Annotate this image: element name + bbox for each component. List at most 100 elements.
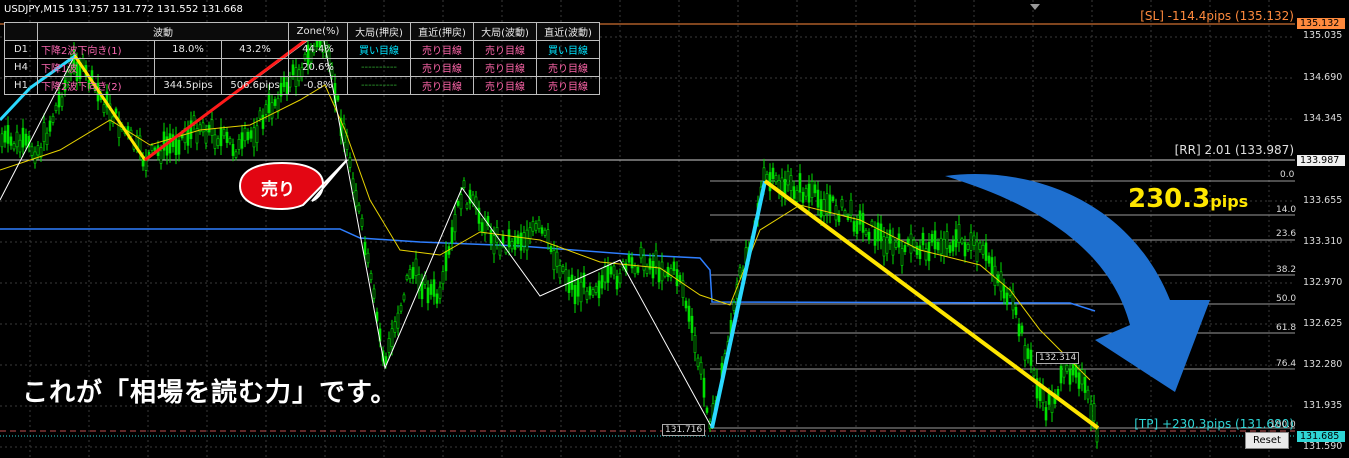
- candle-body: [12, 143, 16, 150]
- candle-body: [216, 138, 220, 146]
- reset-button[interactable]: Reset: [1245, 432, 1289, 449]
- candle-body: [774, 175, 778, 183]
- candle-body: [867, 231, 871, 241]
- candle-body: [804, 188, 808, 197]
- candle-body: [177, 139, 181, 155]
- zone-cell: -0.8%: [288, 76, 348, 95]
- candle-body: [429, 284, 433, 295]
- candle-body: [1017, 323, 1021, 337]
- pips-result: 230.3pips: [1128, 184, 1248, 214]
- candle-body: [612, 265, 616, 276]
- candle-body: [348, 157, 352, 168]
- price-axis-label: 132.280: [1303, 359, 1343, 370]
- candle-body: [666, 266, 670, 277]
- candle-body: [357, 204, 361, 212]
- candle-body: [603, 265, 607, 283]
- candle-body: [1029, 349, 1033, 366]
- view-cell: 売り目線: [410, 40, 474, 59]
- caption: これが「相場を読む力」です。: [22, 378, 398, 408]
- candle-body: [633, 266, 637, 275]
- candle-body: [114, 108, 118, 114]
- candle-body: [732, 302, 736, 311]
- candle-body: [828, 194, 832, 215]
- candle-body: [1056, 389, 1060, 397]
- candle-body: [150, 145, 154, 151]
- candle-body: [276, 97, 280, 113]
- price-axis-label: 131.935: [1303, 400, 1343, 411]
- candle-body: [1089, 403, 1093, 423]
- candle-body: [231, 144, 235, 156]
- candle-body: [1005, 292, 1009, 305]
- candle-body: [459, 194, 463, 210]
- view-cell: 買い目線: [347, 40, 411, 59]
- candle-body: [240, 132, 244, 149]
- candle-body: [255, 125, 259, 143]
- candle-body: [225, 131, 229, 143]
- candle-body: [0, 133, 4, 148]
- candle-body: [18, 139, 22, 153]
- candle-body: [648, 258, 652, 270]
- candle-body: [387, 338, 391, 353]
- candle-body: [537, 219, 541, 229]
- candle-body: [873, 229, 877, 246]
- candle-body: [936, 241, 940, 251]
- rr-price-tag: 133.987: [1297, 155, 1345, 166]
- candle-body: [651, 260, 655, 279]
- candle-body: [582, 272, 586, 288]
- candle-body: [705, 407, 709, 413]
- candle-body: [558, 265, 562, 279]
- candle-body: [246, 131, 250, 141]
- candle-body: [687, 305, 691, 322]
- candle-body: [60, 96, 64, 107]
- candle-body: [1023, 345, 1027, 361]
- candle-body: [393, 321, 397, 333]
- candle-body: [909, 233, 913, 254]
- candle-body: [33, 151, 37, 164]
- candle-body: [213, 134, 217, 149]
- candle-body: [441, 271, 445, 285]
- candle-body: [1032, 369, 1036, 377]
- candle-body: [696, 357, 700, 367]
- fib-level-label: 14.0: [1276, 205, 1297, 215]
- candle-body: [102, 104, 106, 113]
- candle-body: [897, 233, 901, 248]
- value-cell: 506.6pips: [221, 76, 289, 95]
- candle-body: [963, 242, 967, 257]
- candle-body: [990, 257, 994, 275]
- candle-body: [786, 170, 790, 186]
- candle-body: [456, 201, 460, 206]
- sell-bubble-text: 売り: [261, 180, 295, 200]
- table-row: H4 下降1波 20.6% ---------- 売り目線 売り目線 売り目線: [4, 58, 600, 77]
- candle-body: [399, 305, 403, 312]
- fib-level-label: 61.8: [1276, 323, 1297, 333]
- candle-body: [1026, 348, 1030, 359]
- candle-body: [1020, 325, 1024, 334]
- table-header-zone: Zone(%): [288, 22, 348, 41]
- candle-body: [510, 241, 514, 250]
- candle-body: [921, 232, 925, 246]
- candle-body: [462, 180, 466, 188]
- candle-body: [891, 236, 895, 256]
- candle-body: [795, 190, 799, 202]
- view-cell: 売り目線: [536, 76, 600, 95]
- candle-body: [543, 229, 547, 236]
- candle-body: [30, 146, 34, 156]
- candle-body: [597, 280, 601, 299]
- candle-body: [684, 300, 688, 309]
- candle-body: [1047, 392, 1051, 405]
- candle-body: [540, 227, 544, 234]
- candle-body: [561, 266, 565, 272]
- candle-body: [1086, 389, 1090, 400]
- candle-body: [738, 267, 742, 276]
- candle-body: [870, 220, 874, 226]
- candle-body: [498, 245, 502, 256]
- candle-body: [810, 181, 814, 198]
- candle-body: [825, 193, 829, 214]
- candle-body: [969, 232, 973, 251]
- candle-body: [864, 229, 868, 236]
- value-cell: [154, 58, 222, 77]
- candle-body: [1002, 284, 1006, 299]
- candle-body: [915, 245, 919, 255]
- candle-body: [366, 252, 370, 264]
- candle-body: [201, 122, 205, 133]
